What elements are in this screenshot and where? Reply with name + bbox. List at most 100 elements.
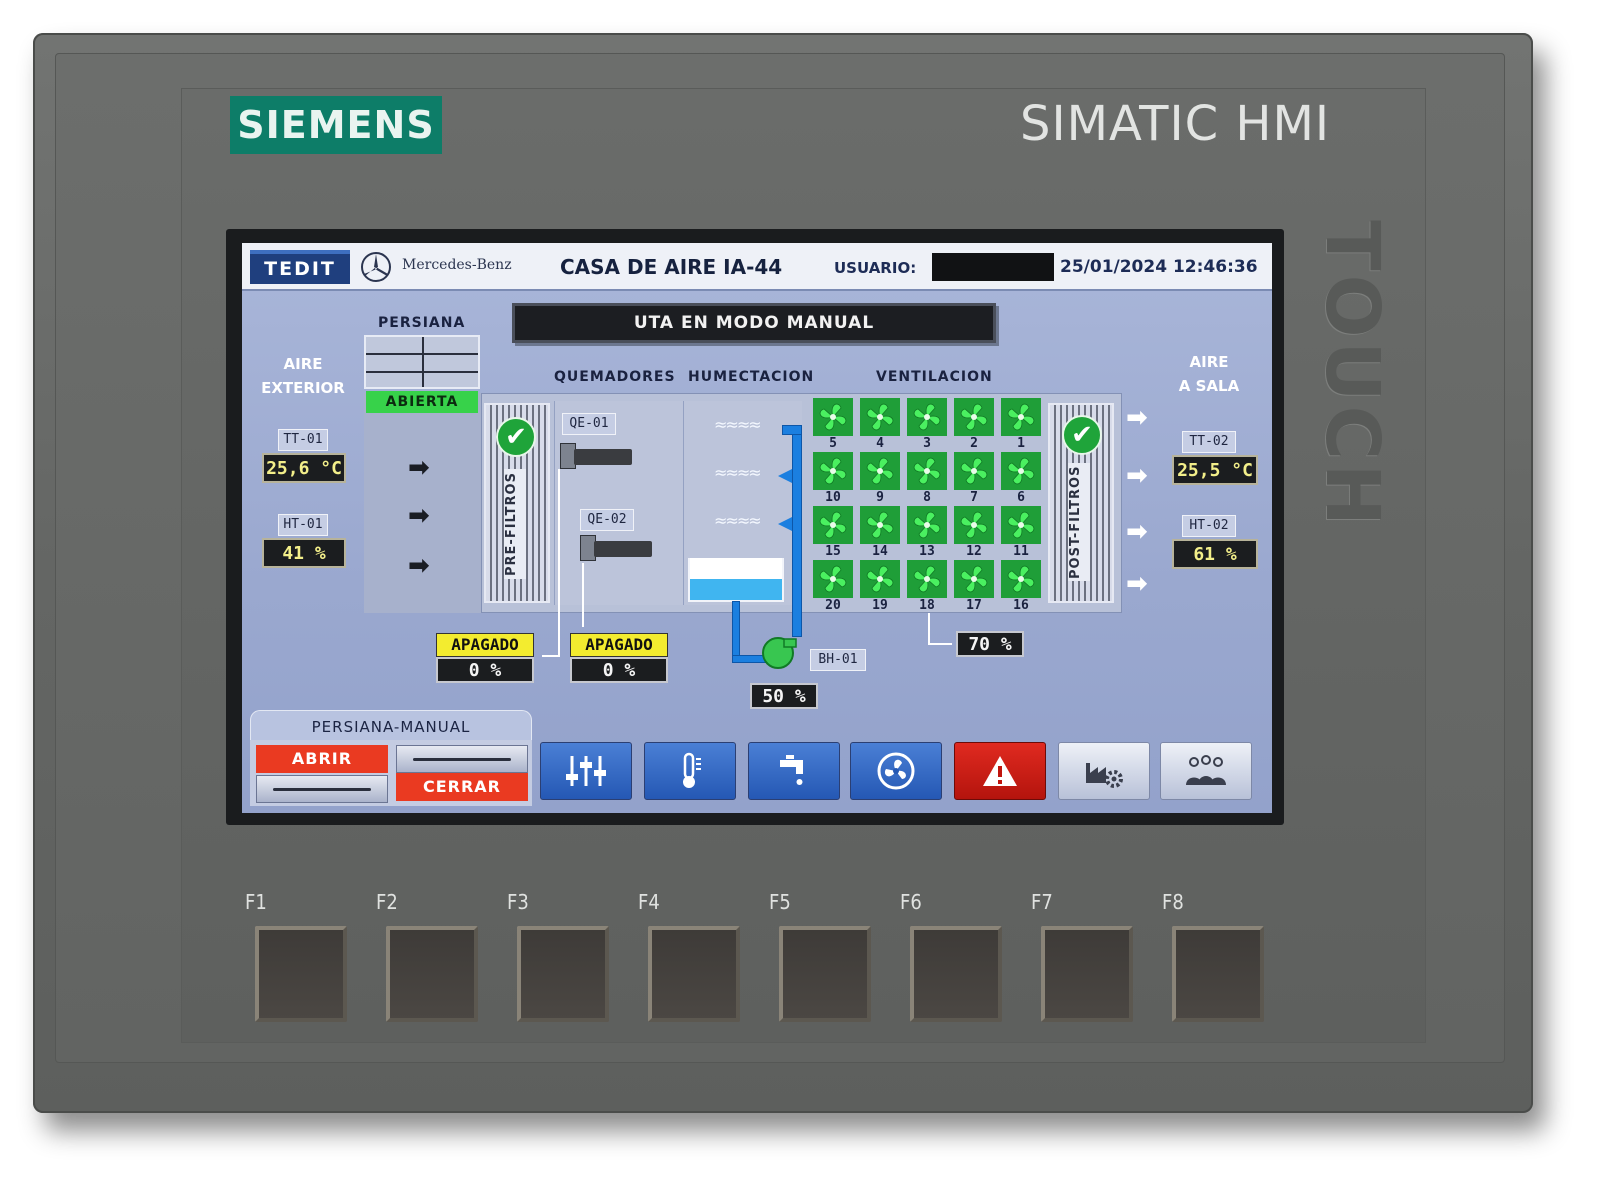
touch-label: TOUCH — [1309, 220, 1395, 530]
airflow-arrow-icon: ➡ — [408, 501, 430, 531]
fan-number: 11 — [1013, 544, 1029, 559]
ht-02-tag: HT-02 — [1182, 515, 1236, 537]
fan-icon[interactable] — [906, 559, 948, 599]
nav-fan-button[interactable] — [850, 742, 942, 800]
water-spray-icon: ≈≈≈≈ — [714, 463, 762, 482]
tt-01-tag: TT-01 — [278, 429, 328, 451]
pre-filter-label: PRE-FILTROS — [504, 469, 526, 579]
fan-icon[interactable] — [812, 505, 854, 545]
qe-01-tag: QE-01 — [562, 413, 616, 435]
burner-1-connector — [542, 655, 560, 657]
function-key-f6[interactable]: F6 — [900, 890, 1010, 1030]
fan-number: 7 — [970, 490, 978, 505]
fan-number: 15 — [825, 544, 841, 559]
simatic-hmi-label: SIMATIC HMI — [1020, 96, 1331, 152]
fan-icon[interactable] — [953, 559, 995, 599]
hmi-screen: TEDIT Mercedes-Benz CASA DE AIRE IA-44 U… — [242, 243, 1272, 813]
qe-01-output: 0 % — [436, 657, 534, 683]
humidification-section-label: HUMECTACION — [688, 369, 815, 385]
fan-speed-connector — [928, 613, 930, 645]
nav-sliders-button[interactable] — [540, 742, 632, 800]
fan-icon[interactable] — [953, 451, 995, 491]
fan-icon[interactable] — [906, 505, 948, 545]
mode-banner: UTA EN MODO MANUAL — [512, 303, 996, 343]
tab-persiana-manual[interactable]: PERSIANA-MANUAL — [250, 710, 532, 742]
factory-settings-icon — [1086, 763, 1123, 788]
nav-alarms-button[interactable] — [954, 742, 1046, 800]
function-key-f1[interactable]: F1 — [245, 890, 355, 1030]
fan-number: 18 — [919, 598, 935, 613]
fan-number: 16 — [1013, 598, 1029, 613]
user-field[interactable] — [932, 253, 1054, 281]
close-damper-button[interactable]: CERRAR — [396, 773, 528, 801]
qe-01-status: APAGADO — [436, 633, 534, 657]
fan-number: 9 — [876, 490, 884, 505]
ht-02-value: 61 % — [1172, 539, 1258, 569]
open-damper-indicator — [256, 775, 388, 803]
function-key-f7[interactable]: F7 — [1031, 890, 1141, 1030]
page-title: CASA DE AIRE IA-44 — [560, 255, 783, 279]
fan-icon[interactable] — [812, 397, 854, 437]
airflow-arrow-icon: ➡ — [1126, 461, 1148, 491]
fan-number: 14 — [872, 544, 888, 559]
open-damper-button[interactable]: ABRIR — [256, 745, 388, 773]
thermometer-icon — [683, 752, 701, 788]
nav-users-button[interactable] — [1160, 742, 1252, 800]
function-key-f5[interactable]: F5 — [769, 890, 879, 1030]
burner-2-connector — [582, 563, 584, 627]
fan-icon[interactable] — [859, 451, 901, 491]
post-filter-label: POST-FILTROS — [1068, 463, 1090, 581]
qe-02-status: APAGADO — [570, 633, 668, 657]
nav-temperature-button[interactable] — [644, 742, 736, 800]
check-icon: ✔ — [496, 417, 536, 457]
fan-icon[interactable] — [1000, 559, 1042, 599]
fan-icon[interactable] — [859, 397, 901, 437]
fan-number: 6 — [1017, 490, 1025, 505]
function-key-f8[interactable]: F8 — [1162, 890, 1272, 1030]
pump-bh-01-icon[interactable] — [760, 635, 800, 671]
fan-speed-connector — [928, 643, 952, 645]
water-spray-icon: ≈≈≈≈ — [714, 415, 762, 434]
burner-1-connector — [558, 469, 560, 655]
fan-icon[interactable] — [953, 505, 995, 545]
fan-number: 5 — [829, 436, 837, 451]
alarm-warning-icon — [983, 756, 1017, 786]
fan-icon[interactable] — [906, 397, 948, 437]
water-pipe — [732, 601, 740, 661]
water-pipe — [782, 425, 802, 435]
mercedes-benz-logo: Mercedes-Benz — [402, 257, 512, 273]
fan-icon[interactable] — [953, 397, 995, 437]
fan-number: 8 — [923, 490, 931, 505]
fan-number: 20 — [825, 598, 841, 613]
damper-label: PERSIANA — [378, 315, 466, 331]
function-key-row: F1 F2 F3 F4 F5 F6 F7 F8 — [245, 890, 1305, 1030]
ht-01-tag: HT-01 — [278, 514, 328, 536]
burners-section-label: QUEMADORES — [554, 369, 676, 385]
airflow-arrow-icon: ➡ — [408, 551, 430, 581]
nav-water-button[interactable] — [748, 742, 840, 800]
fan-icon[interactable] — [812, 451, 854, 491]
fan-icon[interactable] — [1000, 505, 1042, 545]
siemens-logo: SIEMENS — [230, 96, 442, 154]
close-damper-indicator — [396, 745, 528, 773]
function-key-f3[interactable]: F3 — [507, 890, 617, 1030]
fan-number: 12 — [966, 544, 982, 559]
ht-01-value: 41 % — [262, 538, 346, 568]
fan-icon[interactable] — [1000, 397, 1042, 437]
fan-icon[interactable] — [859, 559, 901, 599]
bh-01-tag: BH-01 — [810, 649, 866, 671]
airflow-arrow-icon: ➡ — [1126, 569, 1148, 599]
fan-icon[interactable] — [1000, 451, 1042, 491]
function-key-f2[interactable]: F2 — [376, 890, 486, 1030]
fan-icon[interactable] — [859, 505, 901, 545]
nav-settings-button[interactable] — [1058, 742, 1150, 800]
tt-01-value: 25,6 °C — [262, 453, 346, 483]
users-icon — [1186, 755, 1226, 785]
fan-number: 10 — [825, 490, 841, 505]
fan-number: 13 — [919, 544, 935, 559]
function-key-f4[interactable]: F4 — [638, 890, 748, 1030]
burner-qe-02-body — [594, 541, 652, 557]
fan-icon[interactable] — [906, 451, 948, 491]
datetime-display: 25/01/2024 12:46:36 — [1060, 257, 1258, 277]
fan-icon[interactable] — [812, 559, 854, 599]
